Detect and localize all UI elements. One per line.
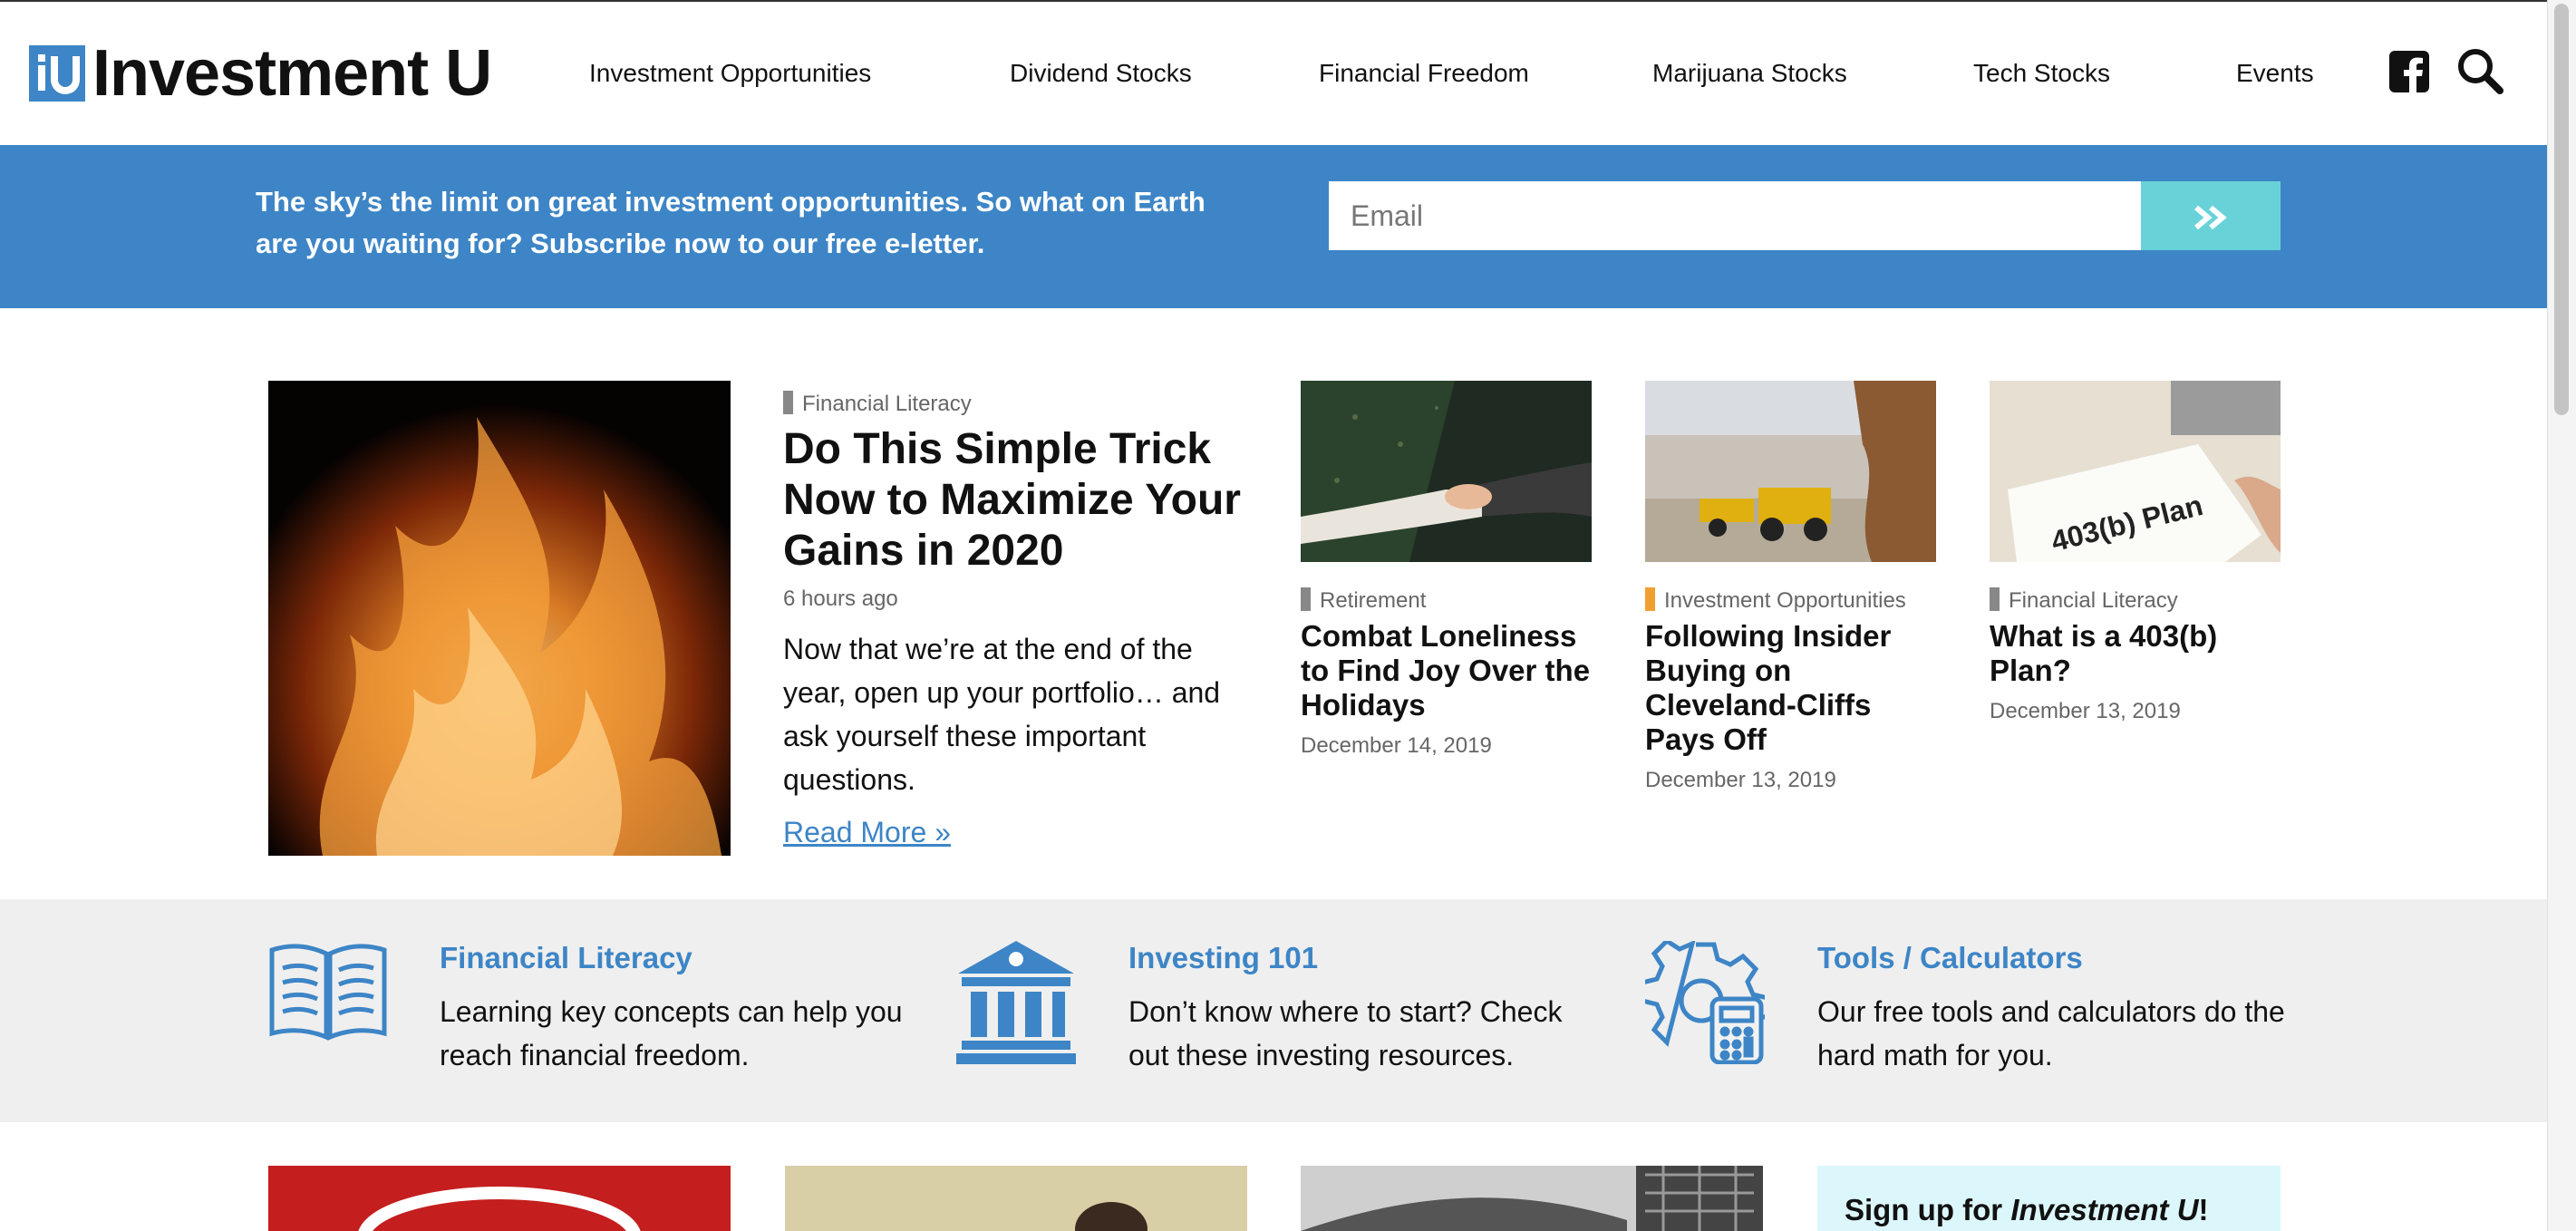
article-title-cleveland-cliffs[interactable]: Following Insider Buying on Cleveland-Cl… — [1645, 619, 1926, 757]
nav-item-dividend-stocks[interactable]: Dividend Stocks — [1010, 58, 1192, 89]
article-image-person[interactable] — [785, 1166, 1247, 1231]
feature-desc-financial-literacy: Learning key concepts can help you reach… — [440, 995, 903, 1071]
double-chevron-right-icon — [2194, 205, 2227, 230]
feature-title-financial-literacy[interactable]: Financial Literacy — [440, 940, 692, 976]
article-title-403b-plan[interactable]: What is a 403(b) Plan? — [1990, 619, 2261, 688]
article-date: December 13, 2019 — [1990, 699, 2181, 723]
nav-item-tech-stocks[interactable]: Tech Stocks — [1973, 58, 2110, 89]
category-marker — [1645, 587, 1655, 611]
gear-calculator-icon[interactable] — [1640, 937, 1770, 1065]
nav-item-financial-freedom[interactable]: Financial Freedom — [1319, 58, 1529, 89]
signup-box: Sign up for Investment U! — [1817, 1166, 2281, 1231]
nav-item-events[interactable]: Events — [2236, 58, 2314, 89]
article-date: December 13, 2019 — [1645, 768, 1836, 792]
logo-mark[interactable] — [29, 45, 85, 102]
facebook-icon[interactable] — [2389, 51, 2429, 92]
article-image-403b-plan[interactable]: 403(b) Plan — [1990, 381, 2281, 562]
article-image-red[interactable] — [268, 1166, 731, 1231]
article-category-financial-literacy[interactable]: Financial Literacy — [1990, 587, 2178, 614]
logo-iu-icon — [38, 54, 80, 94]
logo-text[interactable]: Investment U — [92, 34, 492, 112]
search-icon[interactable] — [2456, 47, 2503, 94]
article-category-retirement[interactable]: Retirement — [1301, 587, 1426, 614]
featured-title[interactable]: Do This Simple Trick Now to Maximize You… — [783, 424, 1254, 577]
featured-read-more-link[interactable]: Read More » — [783, 814, 951, 850]
nav-item-investment-opportunities[interactable]: Investment Opportunities — [589, 58, 871, 89]
article-title-combat-loneliness[interactable]: Combat Loneliness to Find Joy Over the H… — [1301, 619, 1600, 722]
feature-title-investing-101[interactable]: Investing 101 — [1128, 940, 1318, 976]
article-image-handshake[interactable] — [1301, 381, 1592, 562]
feature-desc-investing-101: Don’t know where to start? Check out the… — [1128, 995, 1563, 1071]
page-scrollbar-thumb[interactable] — [2554, 4, 2569, 415]
article-category-investment-opportunities[interactable]: Investment Opportunities — [1645, 587, 1906, 614]
signup-heading: Sign up for Investment U! — [1845, 1193, 2209, 1226]
bank-icon[interactable] — [956, 939, 1076, 1066]
banner-text: The sky’s the limit on great investment … — [256, 186, 1206, 259]
article-image-construction[interactable] — [1301, 1166, 1763, 1231]
featured-image-fire[interactable] — [268, 381, 731, 856]
email-input[interactable] — [1329, 181, 2141, 250]
feature-desc-tools-calculators: Our free tools and calculators do the ha… — [1817, 995, 2285, 1071]
feature-title-tools-calculators[interactable]: Tools / Calculators — [1817, 940, 2083, 976]
article-image-mining-trucks[interactable] — [1645, 381, 1936, 562]
featured-time: 6 hours ago — [783, 586, 898, 611]
open-book-icon[interactable] — [268, 941, 388, 1042]
featured-excerpt: Now that we’re at the end of the year, o… — [783, 633, 1221, 796]
article-date: December 14, 2019 — [1301, 733, 1492, 758]
category-marker — [1301, 587, 1311, 611]
featured-category[interactable]: Financial Literacy — [783, 391, 972, 417]
category-marker — [1990, 587, 2000, 611]
subscribe-submit-button[interactable] — [2141, 181, 2281, 250]
nav-item-marijuana-stocks[interactable]: Marijuana Stocks — [1652, 58, 1847, 89]
